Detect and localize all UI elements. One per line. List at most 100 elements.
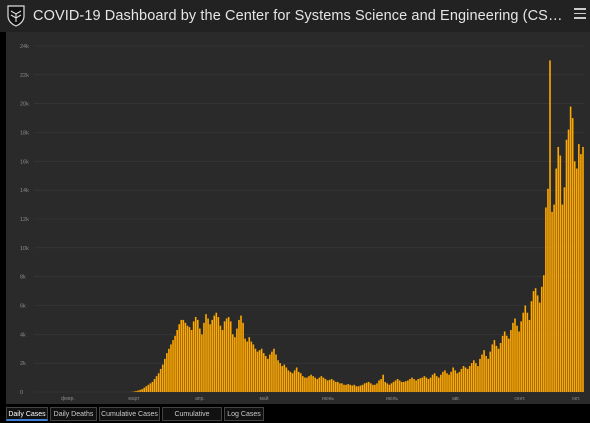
bar — [184, 322, 187, 392]
bar — [456, 373, 459, 392]
bar — [557, 146, 560, 392]
bar — [520, 321, 522, 392]
bar — [188, 327, 191, 392]
y-tick-label: 18k — [20, 131, 29, 137]
bar — [442, 371, 444, 392]
bar — [419, 378, 422, 392]
bar — [225, 318, 228, 392]
bar — [452, 367, 454, 392]
x-tick-label: май — [259, 395, 268, 402]
tab-cumulative-cases[interactable]: Cumulative Cases — [99, 407, 160, 421]
daily-cases-bar-chart: 0 2k 4k 6k 8k 10k 12k 14k 16k 18k 20k 22k 24k февр. ма… — [20, 44, 584, 402]
bar — [386, 383, 389, 392]
bar — [343, 384, 345, 392]
bar — [287, 370, 290, 392]
bar — [314, 377, 316, 392]
bar — [353, 384, 356, 392]
bar — [402, 381, 405, 392]
bar — [277, 360, 279, 392]
bar — [567, 129, 570, 392]
bar — [341, 383, 343, 392]
bar — [256, 351, 259, 392]
bar — [553, 204, 555, 392]
bar — [433, 373, 436, 392]
page-title: COVID-19 Dashboard by the Center for Sys… — [33, 8, 571, 24]
bar — [221, 330, 224, 392]
bar — [345, 384, 347, 392]
bar — [376, 383, 378, 392]
x-tick-label: авг. — [452, 396, 460, 402]
bar — [363, 383, 366, 392]
bar — [444, 370, 446, 392]
bar — [159, 368, 162, 392]
y-tick-label: 12k — [20, 217, 29, 223]
bar — [547, 188, 549, 392]
bar — [435, 376, 438, 392]
bar — [186, 325, 189, 392]
daily-cases-chart-panel: 0 2k 4k 6k 8k 10k 12k 14k 16k 18k 20k 22k 24k февр. ма… — [6, 32, 590, 404]
bar — [279, 363, 281, 392]
bar — [215, 312, 218, 392]
bar — [417, 379, 419, 392]
bar — [388, 384, 391, 392]
bar — [246, 341, 249, 392]
bar — [466, 368, 469, 392]
bar — [182, 319, 185, 392]
y-tick-label: 2k — [20, 361, 26, 367]
bar — [262, 353, 265, 392]
tab-cumulative-deaths[interactable]: Cumulative Deaths — [162, 407, 222, 421]
bar — [522, 312, 525, 392]
bar — [161, 364, 164, 392]
tab-log-cases[interactable]: Log Cases — [224, 407, 264, 421]
bar — [248, 337, 251, 392]
bar — [516, 325, 518, 392]
bar — [508, 338, 510, 392]
bar — [217, 317, 220, 392]
bar — [501, 335, 504, 392]
bar — [365, 382, 368, 392]
bar — [367, 381, 370, 392]
bar — [355, 386, 358, 392]
bar — [510, 330, 512, 392]
bar — [563, 187, 566, 392]
bar — [178, 324, 181, 392]
tab-daily-deaths[interactable]: Daily Deaths — [50, 407, 97, 421]
bar — [538, 302, 541, 392]
bar — [203, 322, 205, 392]
bar — [285, 367, 288, 392]
bar — [411, 377, 413, 392]
bar — [143, 387, 146, 392]
bar — [229, 321, 232, 392]
bar — [316, 379, 319, 392]
bar — [561, 204, 564, 392]
bar — [339, 383, 341, 392]
bar — [194, 317, 197, 392]
bar — [382, 374, 384, 392]
bar — [505, 335, 508, 392]
hamburger-menu-icon[interactable] — [574, 8, 586, 20]
bar — [168, 348, 170, 392]
tab-daily-cases[interactable]: Daily Cases — [6, 407, 48, 421]
bar — [543, 275, 545, 392]
bar — [425, 377, 428, 392]
bar — [448, 374, 450, 392]
bar — [392, 381, 395, 392]
bar — [429, 377, 432, 392]
bar — [337, 381, 339, 392]
bar — [330, 379, 333, 392]
header-bar: COVID-19 Dashboard by the Center for Sys… — [0, 0, 590, 32]
x-tick-label: окт. — [572, 396, 580, 402]
bar — [196, 319, 199, 392]
bar — [512, 322, 514, 392]
jhu-shield-logo-icon — [7, 5, 25, 27]
bar — [308, 376, 310, 392]
y-tick-label: 22k — [20, 73, 29, 79]
bar — [164, 358, 166, 392]
bar — [318, 377, 321, 392]
y-tick-label: 4k — [20, 332, 26, 338]
bar — [559, 155, 562, 392]
bar — [413, 379, 415, 392]
y-tick-label: 0 — [20, 390, 23, 396]
bar — [199, 328, 201, 392]
bar — [213, 315, 216, 392]
